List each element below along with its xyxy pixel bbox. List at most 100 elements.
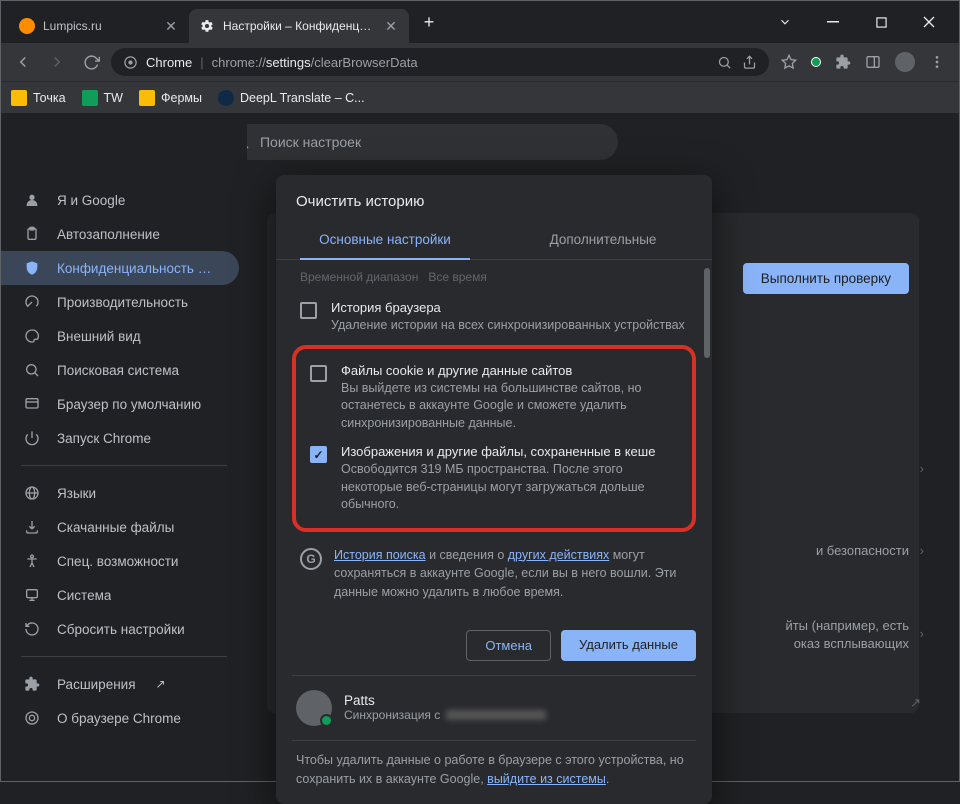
- system-icon: [23, 586, 41, 604]
- minimize-icon[interactable]: [819, 8, 847, 36]
- chrome-icon: [123, 55, 138, 70]
- sidebar-item-search-engine[interactable]: Поисковая система: [1, 353, 239, 387]
- menu-dots-icon[interactable]: [929, 54, 945, 70]
- close-icon[interactable]: ✕: [163, 18, 179, 34]
- sign-out-link[interactable]: выйдите из системы: [487, 772, 606, 786]
- window-close-icon[interactable]: [915, 8, 943, 36]
- titlebar: Lumpics.ru ✕ Настройки – Конфиденциально…: [1, 1, 959, 43]
- dialog-body: Временной диапазон Все время История бра…: [276, 260, 712, 616]
- settings-sidebar: Я и Google Автозаполнение Конфиденциальн…: [1, 113, 247, 781]
- reload-button[interactable]: [77, 48, 105, 76]
- checkbox-checked-icon[interactable]: ✓: [310, 446, 327, 463]
- checkbox-icon[interactable]: [310, 365, 327, 382]
- google-info-row: G История поиска и сведения о других дей…: [292, 536, 696, 602]
- bookmark-item[interactable]: TW: [82, 90, 123, 106]
- chevron-down-icon[interactable]: [771, 8, 799, 36]
- sidebar-item-downloads[interactable]: Скачанные файлы: [1, 510, 239, 544]
- sidebar-item-startup[interactable]: Запуск Chrome: [1, 421, 239, 455]
- sidebar-item-accessibility[interactable]: Спец. возможности: [1, 544, 239, 578]
- chrome-icon: [23, 709, 41, 727]
- tab-settings[interactable]: Настройки – Конфиденциально ✕: [189, 9, 409, 43]
- tab-lumpics[interactable]: Lumpics.ru ✕: [9, 9, 189, 43]
- browser-icon: [23, 395, 41, 413]
- tab-advanced[interactable]: Дополнительные: [494, 220, 712, 259]
- external-link-icon: ↗: [910, 695, 921, 711]
- toolbar: Chrome | chrome://settings/clearBrowserD…: [1, 43, 959, 81]
- shield-icon: [23, 259, 41, 277]
- user-name: Patts: [344, 693, 546, 708]
- bg-text: йты (например, есть: [785, 618, 909, 633]
- sidebar-item-privacy[interactable]: Конфиденциальность и безопасность: [1, 251, 239, 285]
- chevron-right-icon: ›: [920, 626, 924, 641]
- tab-basic[interactable]: Основные настройки: [276, 220, 494, 259]
- checkbox-desc: Вы выйдете из системы на большинстве сай…: [341, 380, 678, 433]
- delete-data-button[interactable]: Удалить данные: [561, 630, 696, 661]
- tabs-area: Lumpics.ru ✕ Настройки – Конфиденциально…: [1, 1, 755, 43]
- time-range-row: Временной диапазон Все время: [292, 266, 696, 294]
- extension-green-icon[interactable]: [811, 57, 821, 67]
- search-icon: [23, 361, 41, 379]
- side-panel-icon[interactable]: [865, 54, 881, 70]
- window-controls: [755, 1, 959, 43]
- back-button[interactable]: [9, 48, 37, 76]
- sidebar-item-autofill[interactable]: Автозаполнение: [1, 217, 239, 251]
- sync-badge-icon: [320, 714, 333, 727]
- browser-window: Lumpics.ru ✕ Настройки – Конфиденциально…: [0, 0, 960, 782]
- bg-text: и безопасности: [816, 543, 909, 558]
- user-profile-row[interactable]: Patts Синхронизация с: [276, 676, 712, 740]
- share-icon[interactable]: [742, 55, 757, 70]
- checkbox-desc: Удаление истории на всех синхронизирован…: [331, 317, 685, 335]
- bookmark-star-icon[interactable]: [781, 54, 797, 70]
- maximize-icon[interactable]: [867, 8, 895, 36]
- sidebar-item-about[interactable]: О браузере Chrome: [1, 701, 239, 735]
- person-icon: [23, 191, 41, 209]
- sidebar-item-system[interactable]: Система: [1, 578, 239, 612]
- bookmark-item[interactable]: Фермы: [139, 90, 202, 106]
- run-check-button[interactable]: Выполнить проверку: [743, 263, 909, 294]
- speedometer-icon: [23, 293, 41, 311]
- forward-button[interactable]: [43, 48, 71, 76]
- checkbox-row-cache[interactable]: ✓ Изображения и другие файлы, сохраненны…: [302, 438, 686, 520]
- checkbox-title: Изображения и другие файлы, сохраненные …: [341, 444, 678, 459]
- close-icon[interactable]: ✕: [383, 18, 399, 34]
- extensions-puzzle-icon[interactable]: [835, 54, 851, 70]
- sidebar-item-default-browser[interactable]: Браузер по умолчанию: [1, 387, 239, 421]
- sidebar-item-you-and-google[interactable]: Я и Google: [1, 183, 239, 217]
- tab-title: Настройки – Конфиденциально: [223, 19, 375, 33]
- scrollbar-thumb[interactable]: [704, 268, 710, 358]
- download-icon: [23, 518, 41, 536]
- globe-icon: [23, 484, 41, 502]
- bookmark-item[interactable]: DeepL Translate – С...: [218, 90, 365, 106]
- chevron-right-icon: ›: [920, 543, 924, 558]
- checkbox-row-cookies[interactable]: Файлы cookie и другие данные сайтов Вы в…: [302, 357, 686, 439]
- settings-search[interactable]: Поиск настроек: [218, 124, 618, 160]
- sidebar-item-appearance[interactable]: Внешний вид: [1, 319, 239, 353]
- new-tab-button[interactable]: +: [415, 8, 443, 36]
- sidebar-item-languages[interactable]: Языки: [1, 476, 239, 510]
- info-text: История поиска и сведения о других дейст…: [334, 546, 688, 602]
- sidebar-item-extensions[interactable]: Расширения↗: [1, 667, 239, 701]
- scheme-label: Chrome: [146, 55, 192, 70]
- url-text: chrome://settings/clearBrowserData: [212, 55, 418, 70]
- chevron-right-icon: ›: [920, 461, 924, 476]
- address-bar[interactable]: Chrome | chrome://settings/clearBrowserD…: [111, 48, 769, 76]
- other-activity-link[interactable]: других действиях: [508, 548, 609, 562]
- favicon-icon: [19, 18, 35, 34]
- accessibility-icon: [23, 552, 41, 570]
- bookmarks-bar: Точка TW Фермы DeepL Translate – С...: [1, 81, 959, 113]
- cancel-button[interactable]: Отмена: [466, 630, 551, 661]
- highlight-annotation: Файлы cookie и другие данные сайтов Вы в…: [292, 345, 696, 532]
- bg-text: оказ всплывающих: [794, 636, 909, 651]
- gear-icon: [199, 18, 215, 34]
- sync-status: Синхронизация с: [344, 708, 546, 722]
- sidebar-item-performance[interactable]: Производительность: [1, 285, 239, 319]
- bookmark-item[interactable]: Точка: [11, 90, 66, 106]
- google-icon: G: [300, 548, 322, 570]
- checkbox-row-history[interactable]: История браузера Удаление истории на все…: [292, 294, 696, 341]
- sidebar-item-reset[interactable]: Сбросить настройки: [1, 612, 239, 646]
- checkbox-icon[interactable]: [300, 302, 317, 319]
- clear-browsing-data-dialog: Очистить историю Основные настройки Допо…: [276, 175, 712, 804]
- search-history-link[interactable]: История поиска: [334, 548, 426, 562]
- search-icon[interactable]: [717, 55, 732, 70]
- profile-avatar[interactable]: [895, 52, 915, 72]
